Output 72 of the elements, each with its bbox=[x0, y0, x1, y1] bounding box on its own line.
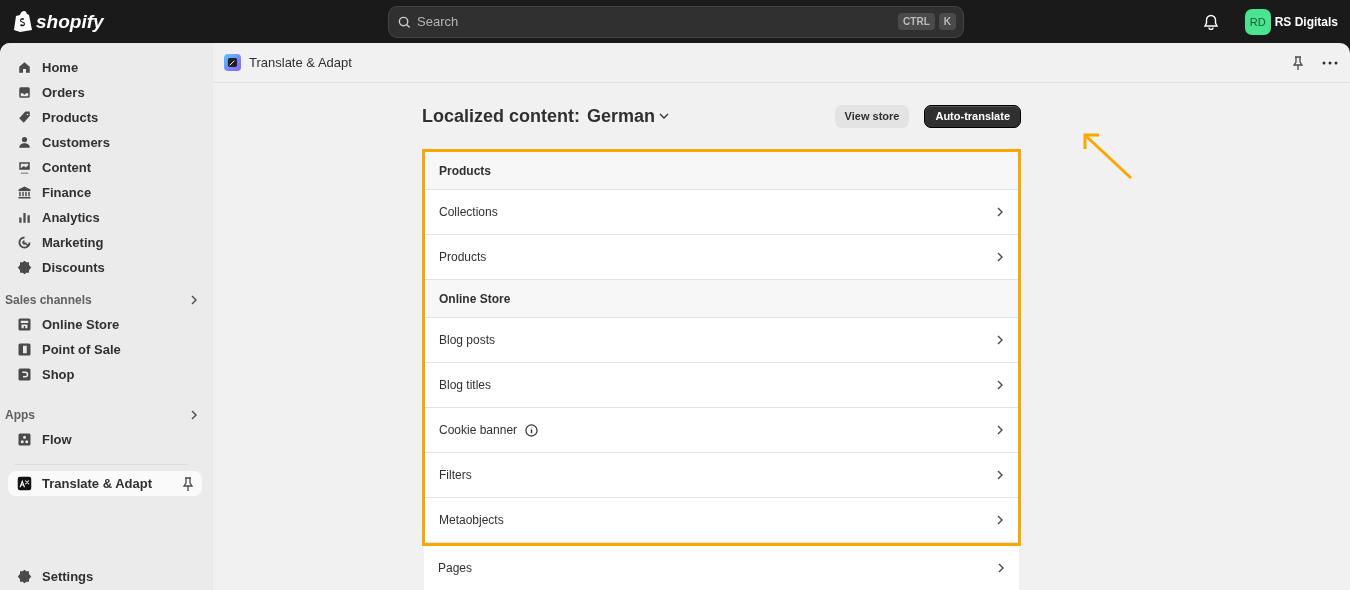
chevron-right-icon bbox=[995, 380, 1005, 390]
bell-icon[interactable] bbox=[1202, 13, 1219, 30]
home-icon bbox=[17, 60, 32, 75]
sidebar-item[interactable]: Settings bbox=[8, 564, 202, 589]
row-label: Filters bbox=[439, 468, 472, 482]
sidebar-item[interactable]: Marketing bbox=[8, 230, 202, 255]
content-icon bbox=[17, 160, 32, 175]
sidebar-item[interactable]: Content bbox=[8, 155, 202, 180]
section-header: Products bbox=[425, 152, 1018, 190]
sidebar-item[interactable]: Discounts bbox=[8, 255, 202, 280]
row-label: Blog titles bbox=[439, 378, 492, 392]
sidebar-item[interactable]: Analytics bbox=[8, 205, 202, 230]
shopping-bag-icon bbox=[14, 11, 32, 32]
list-row[interactable]: Products bbox=[425, 235, 1018, 280]
section-title: Apps bbox=[5, 408, 35, 422]
chevron-right-icon bbox=[995, 425, 1005, 435]
section-title: Sales channels bbox=[5, 293, 92, 307]
list-row[interactable]: Blog posts bbox=[425, 318, 1018, 363]
chevron-right-icon bbox=[189, 410, 199, 420]
sidebar-item[interactable]: Online Store bbox=[8, 312, 202, 337]
flow-icon bbox=[17, 432, 32, 447]
app-title: Translate & Adapt bbox=[249, 55, 353, 70]
chevron-right-icon bbox=[995, 335, 1005, 345]
sidebar-item[interactable]: Customers bbox=[8, 130, 202, 155]
list-row[interactable]: Metaobjects bbox=[425, 498, 1018, 543]
view-store-button[interactable]: View store bbox=[834, 104, 910, 128]
logo-wordmark[interactable]: shopify bbox=[36, 10, 104, 33]
row-label: Collections bbox=[439, 205, 498, 219]
bars-icon bbox=[17, 210, 32, 225]
language-selector[interactable]: German bbox=[587, 105, 670, 127]
row-label: Products bbox=[439, 250, 487, 264]
auto-translate-button[interactable]: Auto-translate bbox=[924, 104, 1021, 128]
sidebar-item[interactable]: Shop bbox=[8, 362, 202, 387]
chevron-down-icon bbox=[659, 111, 670, 121]
store-icon bbox=[17, 317, 32, 332]
store-name[interactable]: RS Digitals bbox=[1274, 14, 1338, 29]
search-icon bbox=[398, 15, 411, 29]
shop-icon bbox=[17, 367, 32, 382]
chevron-right-icon bbox=[995, 515, 1005, 525]
page-title: Localized content: bbox=[422, 105, 580, 127]
pin-icon[interactable] bbox=[182, 476, 194, 491]
annotation-arrow bbox=[1081, 131, 1135, 181]
chevron-right-icon bbox=[995, 252, 1005, 262]
app-icon bbox=[17, 476, 32, 491]
sidebar-item[interactable]: Finance bbox=[8, 180, 202, 205]
chevron-right-icon bbox=[995, 470, 1005, 480]
sidebar-item[interactable]: Orders bbox=[8, 80, 202, 105]
list-row[interactable]: Blog titles bbox=[425, 363, 1018, 408]
sidebar-item[interactable]: Products bbox=[8, 105, 202, 130]
row-label: Metaobjects bbox=[439, 513, 504, 527]
avatar[interactable]: RD bbox=[1244, 8, 1271, 35]
more-icon[interactable] bbox=[1322, 60, 1338, 65]
sidebar-item[interactable]: Home bbox=[8, 55, 202, 80]
orders-icon bbox=[17, 85, 32, 100]
sidebar-item[interactable]: Translate & Adapt bbox=[8, 471, 202, 496]
pin-icon[interactable] bbox=[1292, 55, 1304, 70]
row-label: Pages bbox=[438, 561, 473, 575]
sidebar-item[interactable]: Point of Sale bbox=[8, 337, 202, 362]
list-row[interactable]: Collections bbox=[425, 190, 1018, 235]
tag-icon bbox=[17, 110, 32, 125]
list-row[interactable]: Cookie banner bbox=[425, 408, 1018, 453]
app-icon bbox=[227, 57, 238, 68]
row-label: Cookie banner bbox=[439, 423, 518, 437]
chevron-right-icon bbox=[996, 563, 1006, 573]
list-row[interactable]: Filters bbox=[425, 453, 1018, 498]
chevron-right-icon bbox=[995, 207, 1005, 217]
sidebar-item[interactable]: Flow bbox=[8, 427, 202, 452]
chevron-right-icon bbox=[189, 295, 199, 305]
row-label: Blog posts bbox=[439, 333, 496, 347]
person-icon bbox=[17, 135, 32, 150]
section-header: Online Store bbox=[425, 280, 1018, 318]
bank-icon bbox=[17, 185, 32, 200]
